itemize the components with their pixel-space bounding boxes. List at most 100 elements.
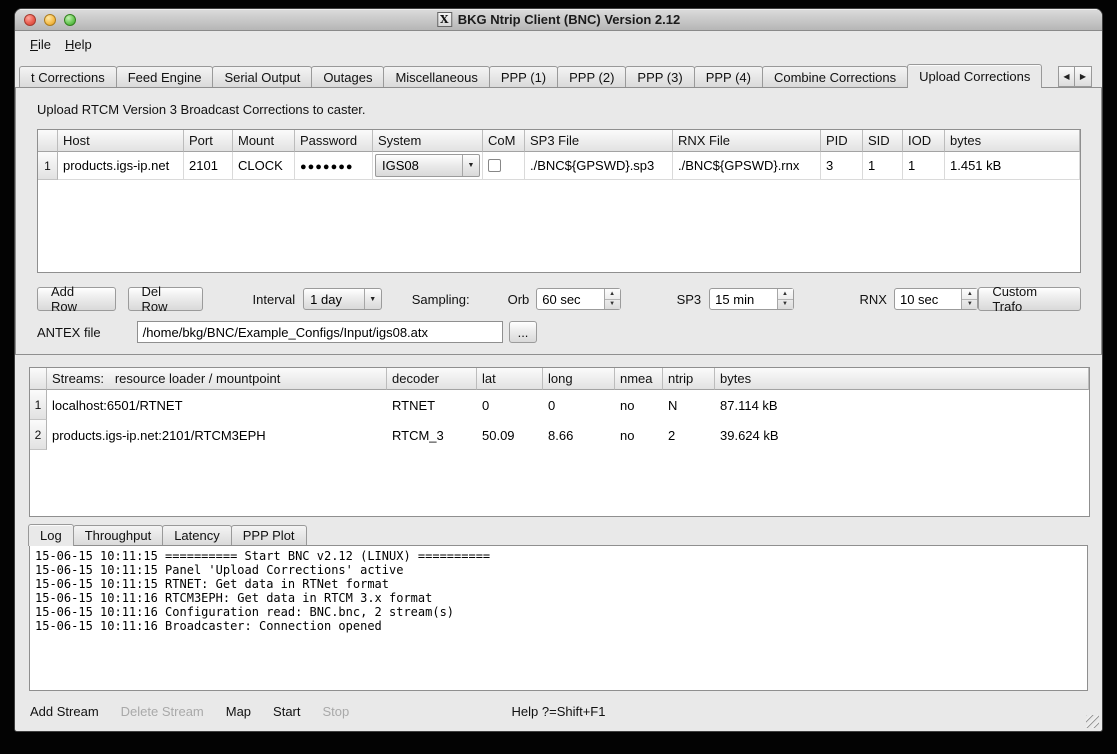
orb-sampling-spinbox[interactable]: 60 sec ▲ ▼ <box>536 288 620 310</box>
rnx-sampling-spinbox[interactable]: 10 sec ▲ ▼ <box>894 288 978 310</box>
upload-corrections-panel: Upload RTCM Version 3 Broadcast Correcti… <box>15 87 1102 355</box>
tab-upload-corrections[interactable]: Upload Corrections <box>907 64 1042 88</box>
antex-browse-button[interactable]: ... <box>509 321 538 343</box>
pid-cell[interactable]: 3 <box>821 152 863 180</box>
system-combobox[interactable]: IGS08 ▼ <box>375 154 480 177</box>
col-header-long: long <box>543 368 615 390</box>
table-corner <box>38 130 58 152</box>
sp3-sampling-value: 15 min <box>710 289 776 309</box>
add-row-button[interactable]: Add Row <box>37 287 116 311</box>
spin-down-icon[interactable]: ▼ <box>605 300 620 310</box>
tab-ppp-2[interactable]: PPP (2) <box>557 66 626 87</box>
col-header-iod: IOD <box>903 130 945 152</box>
col-header-mount: Mount <box>233 130 295 152</box>
chevron-down-icon: ▼ <box>364 289 381 309</box>
tab-miscellaneous[interactable]: Miscellaneous <box>383 66 489 87</box>
stream-row[interactable]: 2 products.igs-ip.net:2101/RTCM3EPH RTCM… <box>30 420 1089 450</box>
resize-grip[interactable] <box>1086 715 1099 728</box>
rnx-file-cell[interactable]: ./BNC${GPSWD}.rnx <box>673 152 821 180</box>
custom-trafo-button[interactable]: Custom Trafo <box>978 287 1081 311</box>
system-value: IGS08 <box>376 155 462 176</box>
screen-background: X BKG Ntrip Client (BNC) Version 2.12 Fi… <box>0 0 1117 754</box>
mount-cell[interactable]: CLOCK <box>233 152 295 180</box>
antex-file-input[interactable]: /home/bkg/BNC/Example_Configs/Input/igs0… <box>137 321 503 343</box>
col-header-lat: lat <box>477 368 543 390</box>
stop-button: Stop <box>323 704 350 719</box>
decoder-cell: RTNET <box>387 390 477 420</box>
tab-outages[interactable]: Outages <box>311 66 384 87</box>
stream-row[interactable]: 1 localhost:6501/RTNET RTNET 0 0 no N 87… <box>30 390 1089 420</box>
minimize-button[interactable] <box>44 14 56 26</box>
long-cell: 0 <box>543 390 615 420</box>
tab-scroll-left-icon[interactable]: ◀ <box>1058 66 1075 87</box>
title-bar[interactable]: X BKG Ntrip Client (BNC) Version 2.12 <box>15 9 1102 31</box>
upload-table: Host Port Mount Password System CoM SP3 … <box>37 129 1081 273</box>
rnx-label: RNX <box>860 292 887 307</box>
tab-scroll-right-icon[interactable]: ▶ <box>1075 66 1092 87</box>
sampling-label: Sampling: <box>412 292 470 307</box>
interval-combobox[interactable]: 1 day ▼ <box>303 288 382 310</box>
com-checkbox[interactable] <box>488 159 501 172</box>
tab-ppp-4[interactable]: PPP (4) <box>694 66 763 87</box>
mountpoint-cell: products.igs-ip.net:2101/RTCM3EPH <box>47 420 387 450</box>
bnc-window: X BKG Ntrip Client (BNC) Version 2.12 Fi… <box>14 8 1103 732</box>
tab-combine-corrections[interactable]: Combine Corrections <box>762 66 908 87</box>
log-line: 15-06-15 10:11:15 Panel 'Upload Correcti… <box>35 563 1082 577</box>
close-button[interactable] <box>24 14 36 26</box>
bytes-cell: 39.624 kB <box>715 420 1089 450</box>
port-cell[interactable]: 2101 <box>184 152 233 180</box>
long-cell: 8.66 <box>543 420 615 450</box>
window-title: X BKG Ntrip Client (BNC) Version 2.12 <box>437 12 680 27</box>
spin-up-icon[interactable]: ▲ <box>778 289 793 300</box>
del-row-button[interactable]: Del Row <box>128 287 203 311</box>
mountpoint-cell: localhost:6501/RTNET <box>47 390 387 420</box>
row-number[interactable]: 1 <box>30 390 47 420</box>
col-header-host: Host <box>58 130 184 152</box>
start-button[interactable]: Start <box>273 704 300 719</box>
tab-scroll-buttons: ◀ ▶ <box>1058 66 1092 87</box>
upload-row[interactable]: 1 products.igs-ip.net 2101 CLOCK ●●●●●●●… <box>38 152 1080 180</box>
iod-cell[interactable]: 1 <box>903 152 945 180</box>
spin-up-icon[interactable]: ▲ <box>962 289 977 300</box>
tab-feed-engine[interactable]: Feed Engine <box>116 66 214 87</box>
config-tab-bar: t Corrections Feed Engine Serial Output … <box>15 63 1102 87</box>
add-stream-button[interactable]: Add Stream <box>30 704 99 719</box>
menu-help[interactable]: Help <box>58 34 99 55</box>
spin-down-icon[interactable]: ▼ <box>778 300 793 310</box>
tab-latency[interactable]: Latency <box>162 525 232 545</box>
sp3-sampling-spinbox[interactable]: 15 min ▲ ▼ <box>709 288 793 310</box>
col-header-sid: SID <box>863 130 903 152</box>
tab-log[interactable]: Log <box>28 524 74 546</box>
nmea-cell: no <box>615 420 663 450</box>
password-cell[interactable]: ●●●●●●● <box>295 152 373 180</box>
interval-label: Interval <box>253 292 296 307</box>
sp3-file-cell[interactable]: ./BNC${GPSWD}.sp3 <box>525 152 673 180</box>
bytes-cell: 1.451 kB <box>945 152 1080 180</box>
upload-controls-row: Add Row Del Row Interval 1 day ▼ Samplin… <box>37 287 1081 311</box>
host-cell[interactable]: products.igs-ip.net <box>58 152 184 180</box>
tab-ppp-plot[interactable]: PPP Plot <box>231 525 307 545</box>
map-button[interactable]: Map <box>226 704 251 719</box>
menu-file[interactable]: File <box>23 34 58 55</box>
tab-broadcast-corrections[interactable]: t Corrections <box>19 66 117 87</box>
orb-label: Orb <box>508 292 530 307</box>
log-tab-bar: Log Throughput Latency PPP Plot <box>28 523 1102 545</box>
table-corner <box>30 368 47 390</box>
tab-ppp-1[interactable]: PPP (1) <box>489 66 558 87</box>
rnx-sampling-value: 10 sec <box>895 289 961 309</box>
sp3-spin-buttons: ▲ ▼ <box>777 289 793 309</box>
zoom-button[interactable] <box>64 14 76 26</box>
ntrip-cell: 2 <box>663 420 715 450</box>
sid-cell[interactable]: 1 <box>863 152 903 180</box>
spin-up-icon[interactable]: ▲ <box>605 289 620 300</box>
row-number[interactable]: 1 <box>38 152 58 180</box>
tab-throughput[interactable]: Throughput <box>73 525 164 545</box>
tab-ppp-3[interactable]: PPP (3) <box>625 66 694 87</box>
lat-cell: 0 <box>477 390 543 420</box>
log-output[interactable]: 15-06-15 10:11:15 ========== Start BNC v… <box>29 545 1088 691</box>
tab-serial-output[interactable]: Serial Output <box>212 66 312 87</box>
spin-down-icon[interactable]: ▼ <box>962 300 977 310</box>
col-header-bytes: bytes <box>715 368 1089 390</box>
antex-row: ANTEX file /home/bkg/BNC/Example_Configs… <box>37 321 1081 343</box>
row-number[interactable]: 2 <box>30 420 47 450</box>
